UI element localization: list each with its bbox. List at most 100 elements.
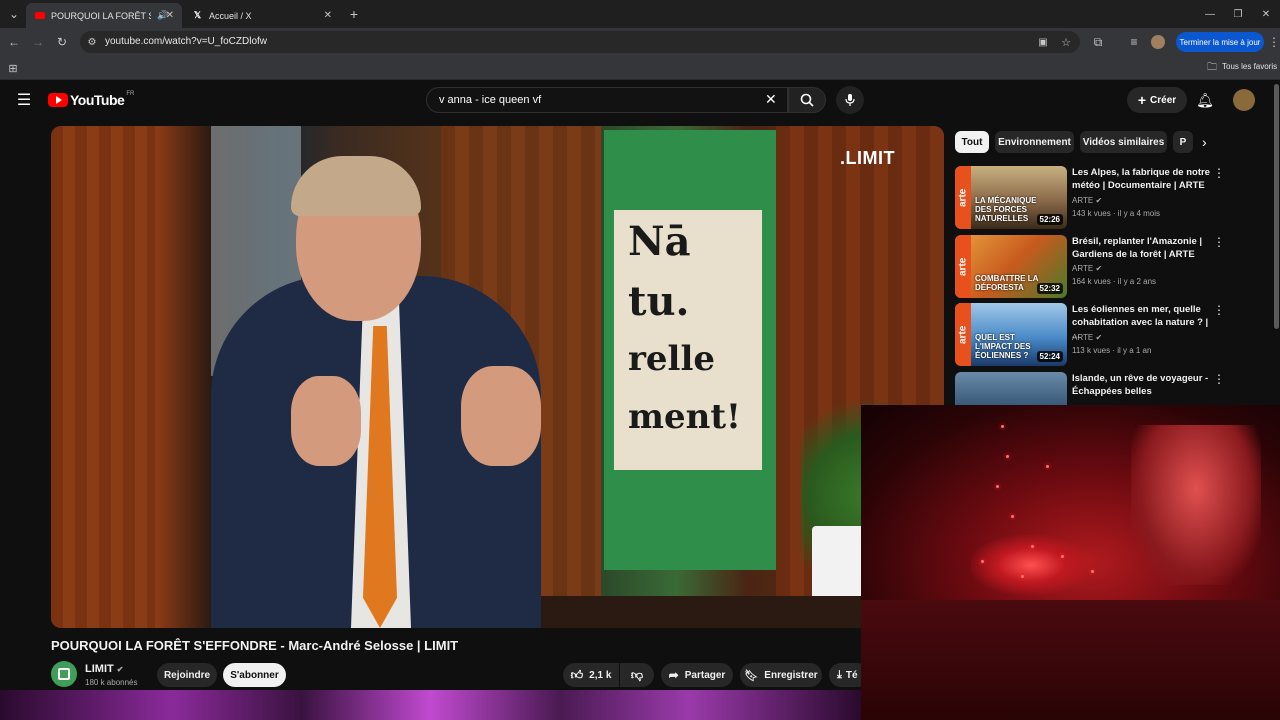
- related-channel[interactable]: ARTE ✔: [1072, 196, 1102, 205]
- close-tab-icon[interactable]: ✕: [324, 10, 332, 21]
- update-button[interactable]: Terminer la mise à jour: [1176, 32, 1264, 52]
- tab-x[interactable]: 𝕏 Accueil / X ✕: [184, 3, 340, 28]
- subscribe-button[interactable]: S'abonner: [223, 663, 286, 687]
- close-window-icon[interactable]: ✕: [1258, 6, 1274, 22]
- tab-youtube[interactable]: POURQUOI LA FORÊT S'EFFONDRE 🔊 ✕: [26, 3, 182, 28]
- chevron-right-icon[interactable]: ›: [1202, 134, 1207, 150]
- site-info-icon[interactable]: ⚙: [84, 34, 100, 50]
- more-options-icon[interactable]: ⋮: [1213, 235, 1225, 249]
- video-duration: 52:32: [1036, 283, 1063, 294]
- fairy-light: [1001, 425, 1004, 428]
- forward-icon[interactable]: →: [30, 34, 46, 50]
- limit-logo-icon: [58, 668, 70, 680]
- all-bookmarks-link[interactable]: Tous les favoris: [1222, 62, 1277, 71]
- fairy-light: [981, 560, 984, 563]
- search-query[interactable]: v anna - ice queen vf: [439, 94, 541, 106]
- bed-area: [861, 600, 1280, 720]
- tab-search-icon[interactable]: ⌄: [6, 6, 22, 22]
- related-channel[interactable]: ARTE ✔: [1072, 264, 1102, 273]
- chip-more[interactable]: P: [1173, 131, 1193, 153]
- related-thumbnail[interactable]: arte COMBATTRE LA DÉFORESTA 52:32: [955, 235, 1067, 298]
- thumbs-down-icon: 👎︎: [630, 667, 644, 682]
- channel-avatar[interactable]: [51, 661, 77, 687]
- chip-similar-videos[interactable]: Vidéos similaires: [1080, 131, 1167, 153]
- related-meta: 164 k vues · il y a 2 ans: [1072, 277, 1157, 286]
- fairy-light: [1046, 465, 1049, 468]
- address-bar[interactable]: ⚙ youtube.com/watch?v=U_foCZDlofw ▣ ☆: [80, 31, 1080, 53]
- back-icon[interactable]: ←: [6, 34, 22, 50]
- share-icon: ➦: [668, 668, 679, 682]
- like-button[interactable]: 👍︎ 2,1 k: [563, 663, 619, 687]
- apps-grid-icon[interactable]: ⊞: [5, 60, 21, 76]
- fairy-light: [996, 485, 999, 488]
- join-button[interactable]: Rejoindre: [157, 663, 217, 687]
- youtube-favicon: [34, 10, 45, 21]
- fairy-light: [1021, 575, 1024, 578]
- reload-icon[interactable]: ↻: [54, 34, 70, 50]
- youtube-logo[interactable]: YouTube FR: [48, 91, 134, 108]
- related-channel[interactable]: ARTE ✔: [1072, 333, 1102, 342]
- bookmarks-bar: ⊞ 🗀 Tous les favoris: [0, 56, 1280, 80]
- related-title[interactable]: Islande, un rêve de voyageur - Échappées…: [1072, 372, 1212, 398]
- profile-avatar[interactable]: [1150, 34, 1166, 50]
- arte-logo: arte: [955, 166, 971, 229]
- related-thumbnail[interactable]: [955, 372, 1067, 405]
- create-label: Créer: [1150, 94, 1177, 106]
- more-options-icon[interactable]: ⋮: [1213, 166, 1225, 180]
- face-glow: [1131, 425, 1261, 585]
- create-button[interactable]: + Créer: [1127, 87, 1187, 113]
- save-label: Enregistrer: [764, 669, 818, 681]
- menu-icon[interactable]: ⋮: [1266, 34, 1280, 50]
- bookmark-icon: 🔖︎: [744, 669, 759, 682]
- media-icon[interactable]: ≡: [1126, 34, 1142, 50]
- plus-icon: +: [1137, 92, 1147, 108]
- related-title[interactable]: Brésil, replanter l'Amazonie | Gardiens …: [1072, 235, 1212, 261]
- thumbnail-text: COMBATTRE LA DÉFORESTA: [975, 274, 1039, 292]
- url-text[interactable]: youtube.com/watch?v=U_foCZDlofw: [105, 36, 267, 47]
- related-thumbnail[interactable]: arte LA MÉCANIQUE DES FORCES NATURELLES …: [955, 166, 1067, 229]
- cast-icon[interactable]: ▣: [1035, 34, 1051, 50]
- restore-icon[interactable]: ❐: [1230, 6, 1246, 22]
- related-channel-text: ARTE: [1072, 264, 1094, 273]
- like-count: 2,1 k: [589, 669, 612, 681]
- share-button[interactable]: ➦ Partager: [661, 663, 733, 687]
- chip-all[interactable]: Tout: [955, 131, 989, 153]
- related-meta: 143 k vues · il y a 4 mois: [1072, 209, 1161, 218]
- dislike-button[interactable]: 👎︎: [620, 663, 654, 687]
- video-duration: 52:26: [1036, 214, 1063, 225]
- account-avatar[interactable]: [1233, 89, 1255, 111]
- notifications-bell-icon[interactable]: 🔔︎: [1196, 92, 1214, 108]
- hamburger-menu-icon[interactable]: ☰: [16, 92, 32, 109]
- more-options-icon[interactable]: ⋮: [1213, 303, 1225, 317]
- voice-search-button[interactable]: [836, 86, 864, 114]
- download-label: Té: [845, 669, 858, 681]
- new-tab-button[interactable]: +: [346, 6, 362, 22]
- related-title[interactable]: Les Alpes, la fabrique de notre météo | …: [1072, 166, 1212, 192]
- banner-word: relle: [628, 339, 716, 379]
- page-scrollbar[interactable]: [1274, 84, 1279, 329]
- bookmark-star-icon[interactable]: ☆: [1058, 34, 1074, 50]
- fairy-light: [1091, 570, 1094, 573]
- download-icon: ⤓: [837, 668, 842, 681]
- video-player[interactable]: Nā tu. relle ment! .LIMIT: [51, 126, 944, 628]
- close-tab-icon[interactable]: ✕: [166, 10, 174, 21]
- search-input[interactable]: v anna - ice queen vf ✕: [426, 87, 788, 113]
- related-thumbnail[interactable]: arte QUEL EST L'IMPACT DES ÉOLIENNES ? 5…: [955, 303, 1067, 366]
- chip-environment[interactable]: Environnement: [995, 131, 1074, 153]
- extensions-icon[interactable]: ⧉: [1090, 34, 1106, 50]
- save-button[interactable]: 🔖︎ Enregistrer: [740, 663, 822, 687]
- verified-icon: ✔: [1095, 264, 1103, 273]
- search-button[interactable]: [788, 87, 826, 113]
- fairy-light: [1031, 545, 1034, 548]
- banner-word: Nā: [628, 218, 691, 265]
- related-channel-text: ARTE: [1072, 333, 1094, 342]
- thumbnail-text: QUEL EST L'IMPACT DES ÉOLIENNES ?: [975, 333, 1031, 360]
- clear-search-icon[interactable]: ✕: [765, 91, 777, 108]
- related-meta: 113 k vues · il y a 1 an: [1072, 346, 1152, 355]
- below-fold-content: [0, 690, 861, 720]
- channel-name[interactable]: LIMIT ✔: [85, 663, 123, 675]
- more-options-icon[interactable]: ⋮: [1213, 372, 1225, 386]
- browser-toolbar: ← → ↻ ⚙ youtube.com/watch?v=U_foCZDlofw …: [0, 28, 1280, 56]
- speaker-hair: [291, 156, 421, 216]
- minimize-icon[interactable]: —: [1202, 6, 1218, 22]
